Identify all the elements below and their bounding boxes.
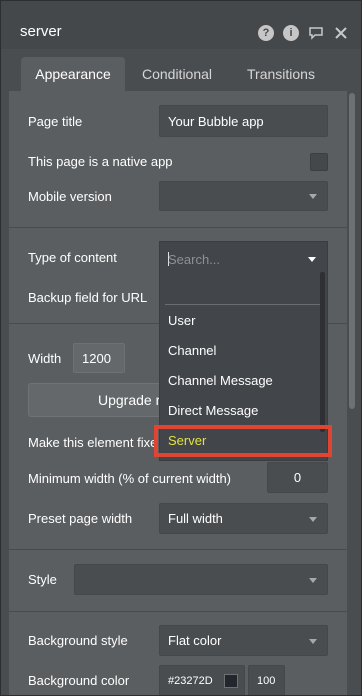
fixed-width-label: Make this element fixe — [28, 435, 158, 450]
section-divider — [9, 611, 347, 612]
background-color-label: Background color — [28, 673, 130, 688]
upgrade-button-label: Upgrade re — [98, 392, 169, 408]
background-color-value: #23272D — [168, 674, 213, 687]
chevron-down-icon — [308, 257, 316, 262]
info-icon[interactable]: i — [283, 25, 299, 41]
tab-bar: Appearance Conditional Transitions — [1, 57, 361, 91]
width-label: Width — [28, 351, 62, 366]
preset-width-value: Full width — [168, 511, 223, 526]
dropdown-scrollbar[interactable] — [320, 272, 325, 432]
tab-conditional[interactable]: Conditional — [129, 57, 225, 91]
width-value: 1200 — [82, 350, 111, 366]
annotation-highlight-box — [154, 425, 332, 457]
type-of-content-label: Type of content — [28, 250, 117, 265]
dropdown-option-channel-message[interactable]: Channel Message — [168, 373, 273, 388]
background-opacity-value: 100 — [257, 674, 276, 687]
section-divider — [9, 227, 347, 228]
title-bar: server ? i — [1, 1, 361, 49]
preset-width-select[interactable]: Full width — [159, 503, 328, 534]
chevron-down-icon — [309, 194, 317, 199]
chevron-down-icon — [309, 516, 317, 522]
panel-title: server — [20, 23, 62, 40]
width-input[interactable]: 1200 — [73, 343, 125, 373]
native-app-label: This page is a native app — [28, 154, 173, 169]
chevron-down-icon — [309, 577, 317, 583]
min-width-label: Minimum width (% of current width) — [28, 471, 231, 486]
title-bar-icons: ? i — [258, 25, 349, 41]
backup-field-label: Backup field for URL — [28, 290, 148, 305]
dropdown-search-placeholder: Search... — [168, 252, 221, 267]
dropdown-option-user[interactable]: User — [168, 313, 195, 328]
dropdown-separator — [165, 304, 322, 305]
native-app-checkbox[interactable] — [310, 153, 328, 171]
question-icon[interactable]: ? — [258, 25, 274, 41]
panel-scrollbar[interactable] — [347, 91, 357, 695]
comment-icon[interactable] — [308, 25, 324, 41]
style-label: Style — [28, 572, 57, 587]
color-swatch[interactable] — [224, 674, 238, 688]
tab-transitions[interactable]: Transitions — [233, 57, 329, 91]
background-style-label: Background style — [28, 633, 128, 648]
min-width-input[interactable]: 0 — [267, 462, 328, 493]
background-color-input[interactable]: #23272D — [159, 665, 245, 695]
min-width-value: 0 — [293, 470, 302, 485]
preset-width-label: Preset page width — [28, 511, 133, 526]
close-icon[interactable] — [333, 25, 349, 41]
dropdown-option-channel[interactable]: Channel — [168, 343, 216, 358]
mobile-version-select[interactable] — [159, 181, 328, 211]
section-divider — [9, 549, 347, 550]
page-title-label: Page title — [28, 114, 83, 129]
background-style-select[interactable]: Flat color — [159, 625, 328, 656]
dropdown-option-direct-message[interactable]: Direct Message — [168, 403, 258, 418]
panel-scroll-thumb[interactable] — [349, 93, 355, 409]
background-opacity-input[interactable]: 100 — [248, 665, 285, 695]
chevron-down-icon — [309, 638, 317, 644]
style-select[interactable] — [74, 564, 328, 595]
mobile-version-label: Mobile version — [28, 189, 112, 204]
tab-appearance[interactable]: Appearance — [21, 57, 125, 91]
page-title-value: Your Bubble app — [168, 113, 264, 129]
page-title-input[interactable]: Your Bubble app — [159, 105, 328, 137]
background-style-value: Flat color — [168, 633, 222, 648]
dropdown-search[interactable]: Search... — [160, 242, 327, 276]
property-editor-panel: server ? i Appearance Conditional Transi… — [0, 0, 362, 696]
